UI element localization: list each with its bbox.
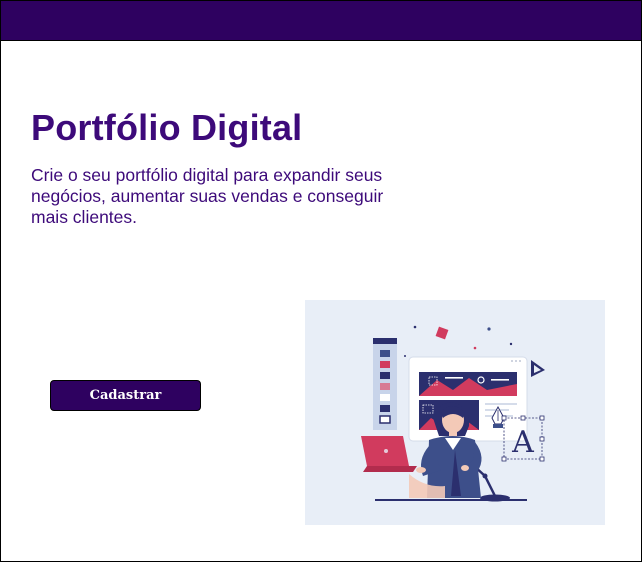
designer-illustration: A [305,300,605,525]
page-title: Portfólio Digital [31,107,303,148]
page-frame: Portfólio Digital Crie o seu portfólio d… [0,0,642,562]
register-button[interactable]: Cadastrar [50,380,201,411]
letter-a-glyph: A [511,425,534,460]
top-navigation-bar [1,1,641,41]
designer-at-laptop-icon: A [361,325,545,502]
hero-description: Crie o seu portfólio digital para expand… [31,165,384,227]
